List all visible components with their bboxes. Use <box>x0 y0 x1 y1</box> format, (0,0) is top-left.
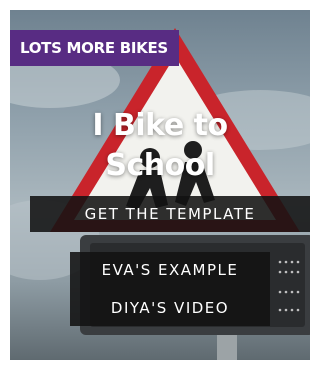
category-badge[interactable]: LOTS MORE BIKES <box>10 30 179 66</box>
card-title-line-2: School <box>105 148 215 183</box>
card-title: I Bike to School <box>10 106 310 186</box>
card-title-line-1: I Bike to <box>92 108 228 143</box>
promo-card[interactable]: LOTS MORE BIKES I Bike to School GET THE… <box>10 10 310 360</box>
diyas-video-button[interactable]: DIYA'S VIDEO <box>70 290 270 326</box>
get-template-button[interactable]: GET THE TEMPLATE <box>30 196 310 232</box>
evas-example-button[interactable]: EVA'S EXAMPLE <box>70 252 270 288</box>
example-button-group: EVA'S EXAMPLE DIYA'S VIDEO <box>70 252 270 326</box>
